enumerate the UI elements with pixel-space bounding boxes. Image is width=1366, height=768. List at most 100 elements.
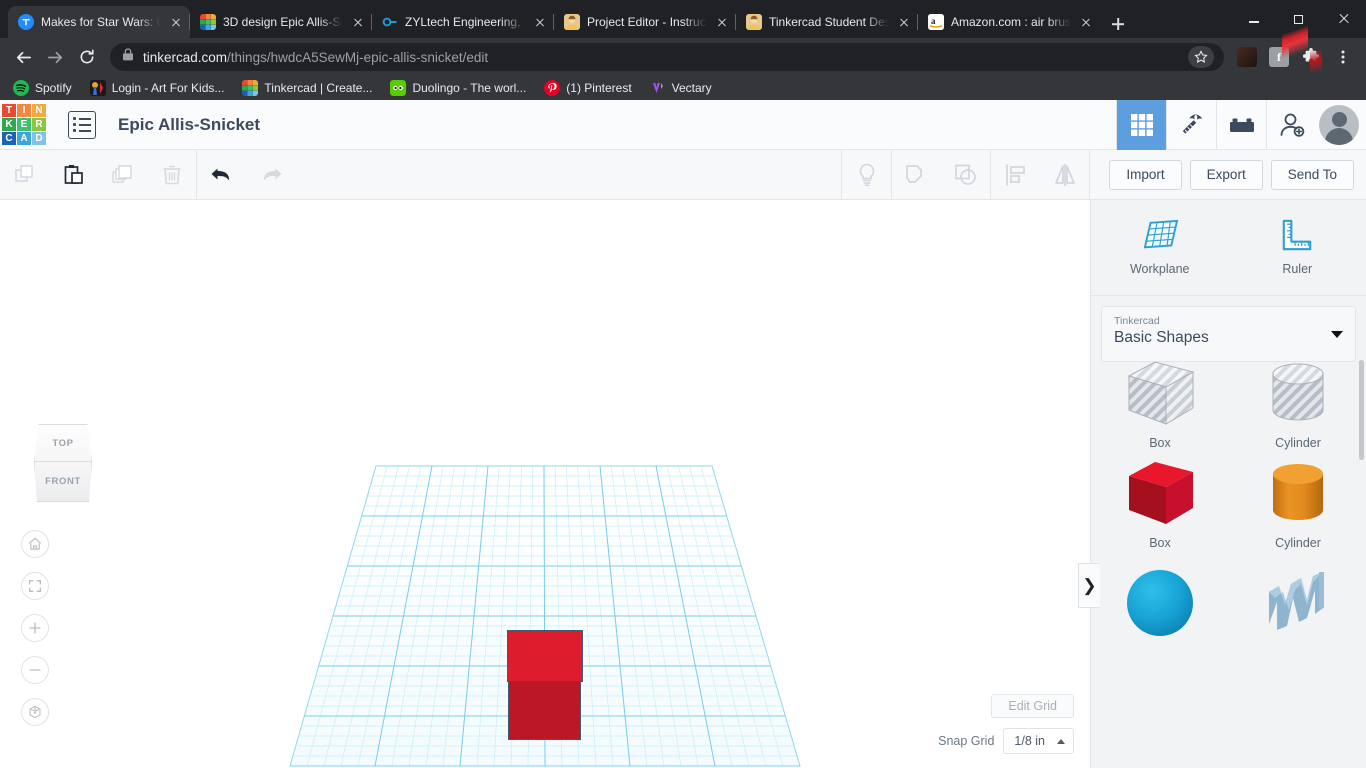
fit-to-view-icon[interactable]: [21, 572, 49, 600]
logo-cell: T: [2, 103, 16, 117]
edit-grid-button[interactable]: Edit Grid: [991, 694, 1074, 718]
snap-grid-select[interactable]: 1/8 in: [1003, 728, 1074, 754]
perspective-toggle-icon[interactable]: [21, 698, 49, 726]
back-icon[interactable]: [8, 42, 38, 72]
browser-tab[interactable]: Project Editor - Instructa: [553, 6, 736, 38]
ruler-tool[interactable]: Ruler: [1229, 200, 1366, 295]
view-cube-top-face[interactable]: TOP: [34, 424, 92, 462]
bookmark-star-icon[interactable]: [1188, 46, 1214, 68]
export-button[interactable]: Export: [1189, 159, 1263, 190]
reload-icon[interactable]: [72, 42, 102, 72]
tinkercad-logo-icon[interactable]: T I N K E R C A D: [0, 102, 46, 148]
browser-tab[interactable]: Tinkercad Student Desig: [735, 6, 918, 38]
close-icon[interactable]: [532, 14, 548, 30]
tinkercad-icon: [242, 80, 259, 96]
restore-button[interactable]: [1276, 0, 1321, 38]
header-icon-group: [1116, 100, 1366, 150]
bookmark-item[interactable]: Vectary: [643, 78, 719, 98]
url-path: /things/hwdcA5SewMj-epic-allis-snicket/e…: [227, 49, 489, 65]
zoom-in-icon[interactable]: [21, 614, 49, 642]
group-icon[interactable]: [892, 150, 941, 200]
shape-item-box-hole[interactable]: Box: [1091, 352, 1229, 452]
shape-label: Cylinder: [1275, 436, 1321, 450]
shape-label: Box: [1149, 536, 1171, 550]
bookmark-item[interactable]: Spotify: [6, 78, 79, 98]
red-box[interactable]: [507, 630, 583, 740]
extension-ff-icon[interactable]: f: [1264, 42, 1294, 72]
box-hole-icon: [1127, 361, 1195, 425]
spotify-icon: [13, 80, 29, 96]
redo-icon[interactable]: [246, 150, 295, 200]
browser-tab[interactable]: ZYLtech Engineering, LLC: [371, 6, 554, 38]
mirror-icon[interactable]: [1040, 150, 1089, 200]
view-cube-front-face[interactable]: FRONT: [34, 462, 92, 502]
address-bar[interactable]: tinkercad.com/things/hwdcA5SewMj-epic-al…: [110, 43, 1224, 71]
extensions-puzzle-icon[interactable]: [1296, 42, 1326, 72]
add-person-icon[interactable]: [1266, 100, 1316, 150]
lego-brick-icon[interactable]: [1216, 100, 1266, 150]
shape-item-cylinder-solid[interactable]: Cylinder: [1229, 452, 1366, 552]
home-view-icon[interactable]: [21, 530, 49, 558]
shape-item-box-solid[interactable]: Box: [1091, 452, 1229, 552]
bookmark-item[interactable]: Duolingo - The worl...: [383, 78, 533, 98]
browser-tab[interactable]: Makes for Star Wars: Clo: [8, 6, 190, 38]
zoom-out-icon[interactable]: [21, 656, 49, 684]
close-icon[interactable]: [714, 14, 730, 30]
browser-tab[interactable]: a Amazon.com : air brush: [917, 6, 1100, 38]
collapse-panel-button[interactable]: ❯: [1078, 563, 1100, 608]
3d-canvas[interactable]: Workplane TOP FRONT: [0, 200, 1090, 768]
profile-photo-icon[interactable]: [1232, 42, 1262, 72]
shape-item-sphere-solid[interactable]: [1091, 552, 1229, 652]
model-tools: [841, 149, 1090, 200]
import-button[interactable]: Import: [1109, 159, 1182, 190]
new-tab-button[interactable]: [1104, 10, 1132, 38]
forward-icon[interactable]: [40, 42, 70, 72]
list-menu-icon[interactable]: [68, 110, 96, 139]
text-shape-icon: [1269, 572, 1324, 630]
bookmark-item[interactable]: (1) Pinterest: [537, 78, 638, 98]
page-title[interactable]: Epic Allis-Snicket: [118, 115, 260, 135]
paste-icon[interactable]: [49, 150, 98, 200]
app-header: T I N K E R C A D Epic Allis-Snicket: [0, 100, 1366, 150]
box-solid-icon: [1129, 462, 1193, 524]
copy-icon[interactable]: [0, 150, 49, 200]
canvas-nav-controls: [21, 530, 49, 726]
bookmark-item[interactable]: Login - Art For Kids...: [83, 78, 232, 98]
close-window-button[interactable]: [1321, 0, 1366, 38]
workplane-tool[interactable]: Workplane: [1091, 200, 1229, 295]
view-cube[interactable]: TOP FRONT: [26, 422, 100, 504]
gallery-grid-icon[interactable]: [1116, 100, 1166, 150]
logo-cell: N: [32, 103, 46, 117]
close-icon[interactable]: [350, 14, 366, 30]
browser-tab[interactable]: 3D design Epic Allis-Snic: [189, 6, 372, 38]
lock-icon: [122, 48, 134, 66]
ungroup-icon[interactable]: [941, 150, 990, 200]
library-name: Basic Shapes: [1114, 329, 1209, 346]
send-to-button[interactable]: Send To: [1270, 159, 1354, 190]
browser-chrome: Makes for Star Wars: Clo 3D design Epic …: [0, 0, 1366, 100]
undo-icon[interactable]: [197, 150, 246, 200]
panel-scrollbar[interactable]: [1359, 360, 1364, 460]
close-icon[interactable]: [168, 14, 184, 30]
instructables-icon: [564, 14, 580, 30]
lightbulb-icon[interactable]: [842, 150, 891, 200]
duplicate-icon[interactable]: [98, 150, 147, 200]
library-owner: Tinkercad: [1114, 315, 1160, 327]
minimize-button[interactable]: [1231, 0, 1276, 38]
bookmark-label: Login - Art For Kids...: [111, 81, 225, 95]
sphere-solid-icon: [1127, 570, 1193, 636]
close-icon[interactable]: [896, 14, 912, 30]
snap-grid-row: Snap Grid 1/8 in: [834, 728, 1074, 754]
shapes-panel: Workplane Ruler Tinkercad Basic Shapes B…: [1090, 200, 1366, 768]
close-icon[interactable]: [1078, 14, 1094, 30]
bookmark-label: Vectary: [671, 81, 712, 95]
align-icon[interactable]: [991, 150, 1040, 200]
avatar[interactable]: [1316, 100, 1366, 150]
shape-item-cylinder-hole[interactable]: Cylinder: [1229, 352, 1366, 452]
delete-icon[interactable]: [147, 150, 196, 200]
pickaxe-icon[interactable]: [1166, 100, 1216, 150]
browser-menu-icon[interactable]: [1328, 42, 1358, 72]
bookmark-item[interactable]: Tinkercad | Create...: [235, 78, 379, 98]
bookmark-label: Tinkercad | Create...: [264, 81, 373, 95]
shape-item-text-solid[interactable]: [1229, 552, 1366, 652]
